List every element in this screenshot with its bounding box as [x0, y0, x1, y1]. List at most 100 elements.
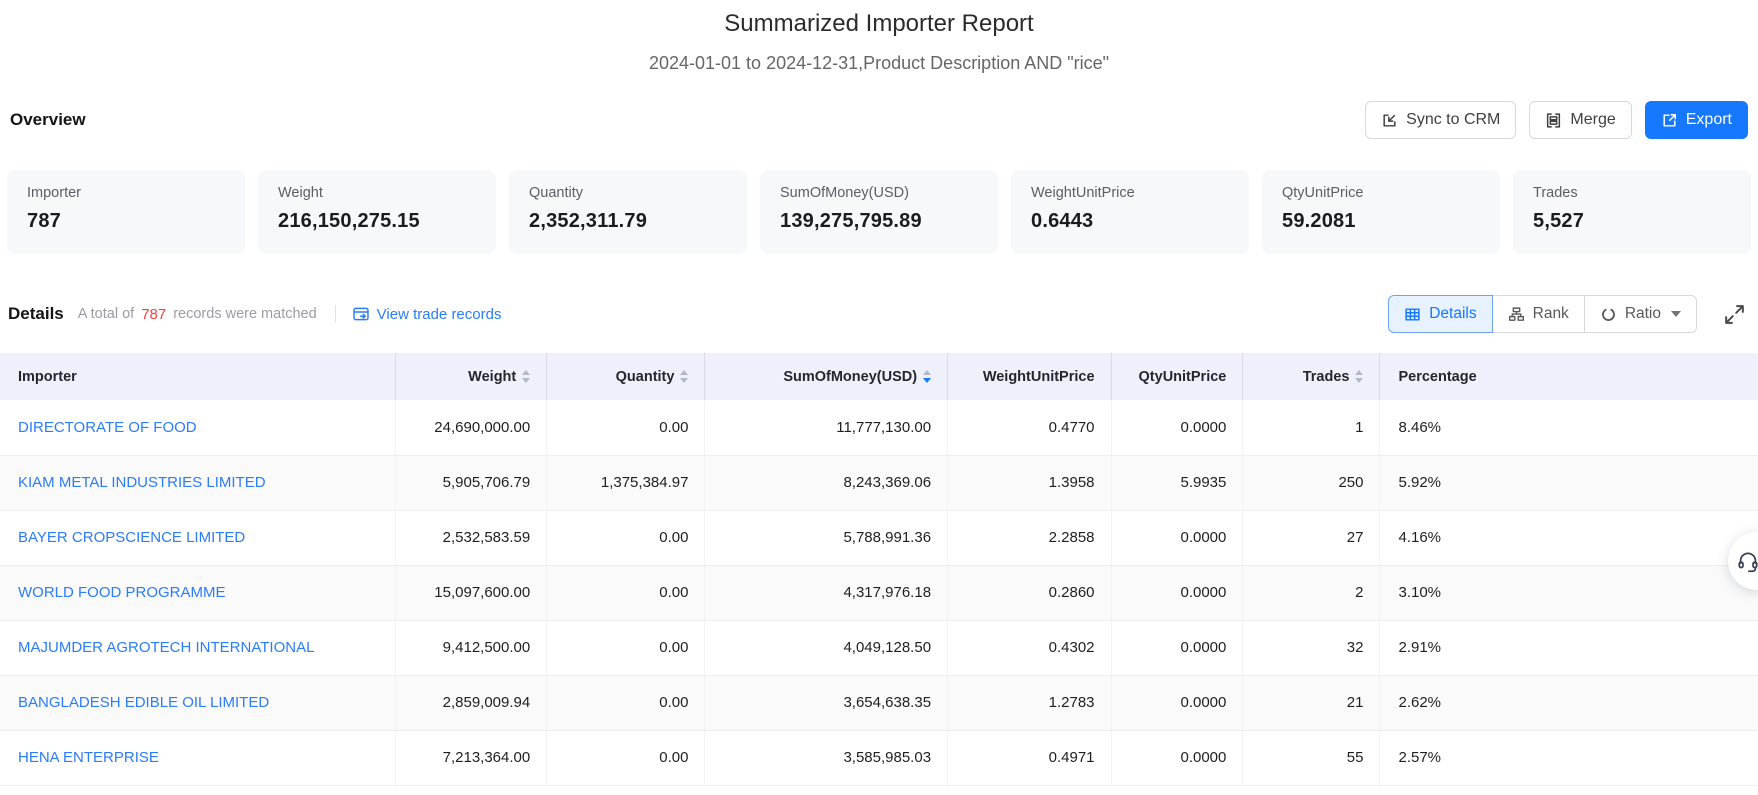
- sort-carets-icon[interactable]: [680, 370, 688, 383]
- table-cell: 2,532,583.59: [396, 510, 547, 565]
- table-cell: 0.00: [547, 510, 705, 565]
- table-cell: 32: [1243, 620, 1380, 675]
- tab-details[interactable]: Details: [1388, 295, 1492, 333]
- importer-link[interactable]: WORLD FOOD PROGRAMME: [18, 584, 226, 601]
- table-cell: 15,097,600.00: [396, 565, 547, 620]
- sync-to-crm-button[interactable]: Sync to CRM: [1365, 101, 1516, 139]
- stat-card-value: 5,527: [1533, 210, 1731, 233]
- stat-card-label: Quantity: [529, 185, 727, 201]
- sort-carets-icon[interactable]: [522, 370, 530, 383]
- tab-rank[interactable]: Rank: [1492, 295, 1585, 333]
- table-cell: 2.2858: [948, 510, 1111, 565]
- merge-label: Merge: [1570, 111, 1615, 129]
- table-cell: 0.00: [547, 565, 705, 620]
- table-cell: 24,690,000.00: [396, 400, 547, 455]
- overview-heading: Overview: [10, 110, 86, 130]
- page-title: Summarized Importer Report: [0, 10, 1758, 38]
- importer-link[interactable]: DIRECTORATE OF FOOD: [18, 419, 197, 436]
- stat-card-label: Trades: [1533, 185, 1731, 201]
- stat-card-value: 216,150,275.15: [278, 210, 476, 233]
- merge-icon: [1545, 112, 1562, 129]
- importer-cell: BAYER CROPSCIENCE LIMITED: [0, 510, 396, 565]
- column-header-label: Trades: [1303, 369, 1350, 385]
- table-header-row: Importer Weight Quantity SumOfMoney(USD)…: [0, 353, 1758, 400]
- stat-card: Weight 216,150,275.15: [258, 170, 496, 254]
- sort-carets-icon[interactable]: [1355, 370, 1363, 383]
- importer-link[interactable]: BAYER CROPSCIENCE LIMITED: [18, 529, 245, 546]
- table-cell: 3.10%: [1380, 565, 1758, 620]
- stat-card: Trades 5,527: [1513, 170, 1751, 254]
- stat-card-value: 59.2081: [1282, 210, 1480, 233]
- tab-ratio[interactable]: Ratio: [1584, 295, 1697, 333]
- fullscreen-button[interactable]: [1721, 301, 1748, 328]
- importer-link[interactable]: BANGLADESH EDIBLE OIL LIMITED: [18, 694, 269, 711]
- table-row: KIAM METAL INDUSTRIES LIMITED 5,905,706.…: [0, 455, 1758, 510]
- importer-cell: KIAM METAL INDUSTRIES LIMITED: [0, 455, 396, 510]
- table-cell: 0.4770: [948, 400, 1111, 455]
- table-cell: 8.46%: [1380, 400, 1758, 455]
- column-header[interactable]: Importer: [0, 353, 396, 400]
- sync-icon: [1381, 112, 1398, 129]
- stat-card: Importer 787: [7, 170, 245, 254]
- details-table-icon: [1404, 306, 1421, 323]
- table-cell: 0.4971: [948, 730, 1111, 785]
- column-header[interactable]: QtyUnitPrice: [1111, 353, 1243, 400]
- vertical-divider: [335, 305, 336, 323]
- column-header[interactable]: WeightUnitPrice: [948, 353, 1111, 400]
- table-cell: 0.00: [547, 730, 705, 785]
- sort-carets-icon[interactable]: [923, 370, 931, 383]
- table-cell: 5.92%: [1380, 455, 1758, 510]
- column-header[interactable]: Percentage: [1380, 353, 1758, 400]
- table-cell: 21: [1243, 675, 1380, 730]
- table-cell: 4,049,128.50: [705, 620, 948, 675]
- column-header[interactable]: Quantity: [547, 353, 705, 400]
- table-cell: 55: [1243, 730, 1380, 785]
- tab-ratio-label: Ratio: [1625, 305, 1661, 323]
- export-button[interactable]: Export: [1645, 101, 1748, 139]
- importer-link[interactable]: KIAM METAL INDUSTRIES LIMITED: [18, 474, 266, 491]
- table-cell: 8,243,369.06: [705, 455, 948, 510]
- table-row: BANGLADESH EDIBLE OIL LIMITED 2,859,009.…: [0, 675, 1758, 730]
- matched-suffix: records were matched: [173, 306, 316, 322]
- table-cell: 0.2860: [948, 565, 1111, 620]
- table-cell: 5,788,991.36: [705, 510, 948, 565]
- table-cell: 4.16%: [1380, 510, 1758, 565]
- column-header[interactable]: Trades: [1243, 353, 1380, 400]
- table-cell: 7,213,364.00: [396, 730, 547, 785]
- view-trade-records-link[interactable]: View trade records: [352, 305, 502, 323]
- view-mode-segmented-control: Details Rank Ratio: [1388, 295, 1697, 333]
- matched-prefix: A total of: [78, 306, 134, 322]
- table-cell: 0.00: [547, 400, 705, 455]
- table-cell: 0.0000: [1111, 400, 1243, 455]
- table-cell: 4,317,976.18: [705, 565, 948, 620]
- merge-button[interactable]: Merge: [1529, 101, 1631, 139]
- stat-card: QtyUnitPrice 59.2081: [1262, 170, 1500, 254]
- stat-card-label: SumOfMoney(USD): [780, 185, 978, 201]
- table-cell: 11,777,130.00: [705, 400, 948, 455]
- stat-cards-row: Importer 787 Weight 216,150,275.15 Quant…: [7, 170, 1751, 254]
- details-row: Details A total of 787 records were matc…: [8, 292, 1748, 336]
- support-headset-icon: [1736, 549, 1758, 573]
- ratio-icon: [1600, 306, 1617, 323]
- stat-card-label: WeightUnitPrice: [1031, 185, 1229, 201]
- importer-link[interactable]: HENA ENTERPRISE: [18, 749, 159, 766]
- table-cell: 250: [1243, 455, 1380, 510]
- overview-toolbar: Overview Sync to CRM Merge: [10, 100, 1748, 140]
- column-header[interactable]: SumOfMoney(USD): [705, 353, 948, 400]
- column-header-label: QtyUnitPrice: [1139, 369, 1227, 385]
- importer-link[interactable]: MAJUMDER AGROTECH INTERNATIONAL: [18, 639, 314, 656]
- importer-cell: WORLD FOOD PROGRAMME: [0, 565, 396, 620]
- matched-text: A total of 787 records were matched: [78, 306, 317, 323]
- table-cell: 3,654,638.35: [705, 675, 948, 730]
- table-cell: 1: [1243, 400, 1380, 455]
- table-row: WORLD FOOD PROGRAMME 15,097,600.00 0.00 …: [0, 565, 1758, 620]
- table-cell: 27: [1243, 510, 1380, 565]
- importer-cell: DIRECTORATE OF FOOD: [0, 400, 396, 455]
- stat-card-label: QtyUnitPrice: [1282, 185, 1480, 201]
- importer-table: Importer Weight Quantity SumOfMoney(USD)…: [0, 353, 1758, 786]
- table-cell: 0.0000: [1111, 565, 1243, 620]
- matched-count: 787: [141, 306, 166, 323]
- table-cell: 2: [1243, 565, 1380, 620]
- column-header[interactable]: Weight: [396, 353, 547, 400]
- page-subtitle: 2024-01-01 to 2024-12-31,Product Descrip…: [0, 53, 1758, 74]
